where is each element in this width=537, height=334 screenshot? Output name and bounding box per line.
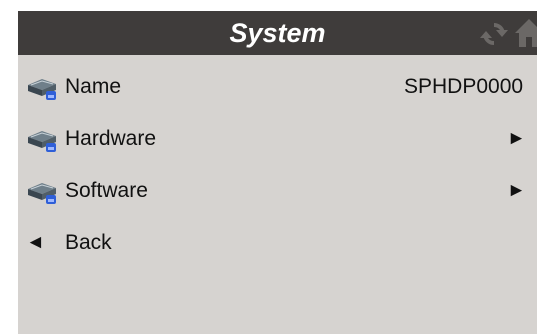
device-icon: [28, 131, 56, 152]
refresh-icon[interactable]: [479, 19, 509, 49]
menu-item-label: Name: [65, 75, 122, 98]
chevron-right-icon: ►: [507, 180, 526, 201]
menu-item-software[interactable]: Software ►: [18, 169, 537, 213]
page-title: System: [229, 18, 326, 48]
chevron-right-icon: ►: [507, 128, 526, 149]
title-bar: System: [18, 11, 537, 55]
device-icon: [28, 79, 56, 100]
back-label: Back: [65, 231, 112, 254]
menu-item-label: Software: [65, 179, 148, 202]
device-icon: [28, 183, 56, 204]
home-icon[interactable]: [514, 17, 537, 49]
system-panel: System Name SPHDP0000 Hardware ► Softwar…: [18, 11, 537, 334]
menu-item-hardware[interactable]: Hardware ►: [18, 117, 537, 161]
system-name-value: SPHDP0000: [404, 75, 524, 98]
back-button[interactable]: ◄ Back: [18, 221, 537, 265]
chevron-left-icon: ◄: [26, 232, 45, 253]
menu-item-label: Hardware: [65, 127, 157, 150]
menu-item-name[interactable]: Name SPHDP0000: [18, 65, 537, 109]
